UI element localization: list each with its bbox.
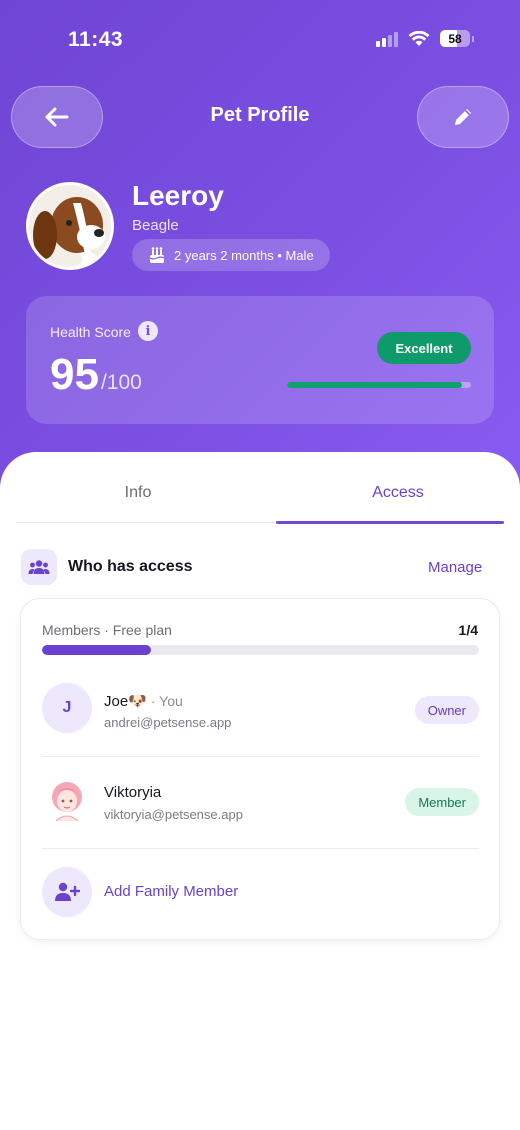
avatar xyxy=(42,775,92,825)
info-icon[interactable]: i xyxy=(138,321,158,341)
member-row-owner[interactable]: J Joe🐶 · You andrei@petsense.app Owner xyxy=(42,661,479,753)
plan-label: Members · Free plan xyxy=(42,622,172,638)
health-score-max: /100 xyxy=(100,371,142,394)
role-badge-owner: Owner xyxy=(414,696,479,724)
members-card: Members · Free plan 1/4 J Joe🐶 · You and… xyxy=(20,598,500,940)
health-score-label: Health Score xyxy=(50,324,131,340)
plan-usage-fill xyxy=(42,645,152,655)
pet-name: Leeroy xyxy=(132,180,224,211)
member-name: Joe🐶 xyxy=(104,693,147,710)
member-you-tag: · You xyxy=(150,693,183,709)
pet-avatar[interactable] xyxy=(26,182,114,270)
health-progress-bar xyxy=(287,382,471,388)
plan-member-count: 1/4 xyxy=(458,622,478,638)
member-email: andrei@petsense.app xyxy=(104,715,232,730)
status-icons: 58 xyxy=(376,30,474,47)
add-family-member-button[interactable]: Add Family Member xyxy=(42,845,479,937)
battery-percent: 58 xyxy=(448,31,462,46)
status-time: 11:43 xyxy=(68,28,124,51)
health-status-badge: Excellent xyxy=(377,332,471,364)
member-name: Viktoryia xyxy=(104,784,162,801)
pet-photo xyxy=(29,185,111,267)
member-name-row: Viktoryia xyxy=(104,784,161,801)
role-badge-member: Member xyxy=(405,788,479,816)
pet-breed: Beagle xyxy=(132,217,179,234)
health-score-card: Health Score i 95 /100 Excellent xyxy=(26,296,494,424)
pencil-icon xyxy=(455,109,471,125)
tab-info[interactable]: Info xyxy=(16,484,260,502)
member-name-row: Joe🐶 · You xyxy=(104,692,183,710)
plan-usage-bar xyxy=(42,645,479,655)
health-progress-fill xyxy=(287,382,462,388)
edit-button[interactable] xyxy=(417,86,509,148)
wifi-icon xyxy=(408,30,430,46)
manage-access-link[interactable]: Manage xyxy=(428,559,482,576)
tab-access[interactable]: Access xyxy=(276,484,520,502)
member-email: viktoryia@petsense.app xyxy=(104,807,243,822)
battery-nub xyxy=(472,35,474,42)
health-score-number: 95 xyxy=(50,350,99,399)
birthday-cake-icon xyxy=(149,247,165,263)
member-row-member[interactable]: Viktoryia viktoryia@petsense.app Member xyxy=(42,753,479,845)
profile-sheet: Info Access Who has access Manage Member… xyxy=(0,452,520,1130)
health-score-value: 95 /100 xyxy=(50,350,142,400)
pet-age-chip: 2 years 2 months • Male xyxy=(132,239,330,271)
avatar-illustration xyxy=(52,782,82,822)
user-plus-icon xyxy=(42,867,92,917)
active-tab-indicator xyxy=(276,521,504,524)
avatar: J xyxy=(42,683,92,733)
access-section-title: Who has access xyxy=(68,558,193,575)
add-family-member-label: Add Family Member xyxy=(104,883,239,900)
pet-age-sex: 2 years 2 months • Male xyxy=(174,247,314,263)
battery-icon: 58 xyxy=(440,30,470,47)
users-group-icon xyxy=(21,549,57,585)
cellular-signal-icon xyxy=(376,31,398,47)
